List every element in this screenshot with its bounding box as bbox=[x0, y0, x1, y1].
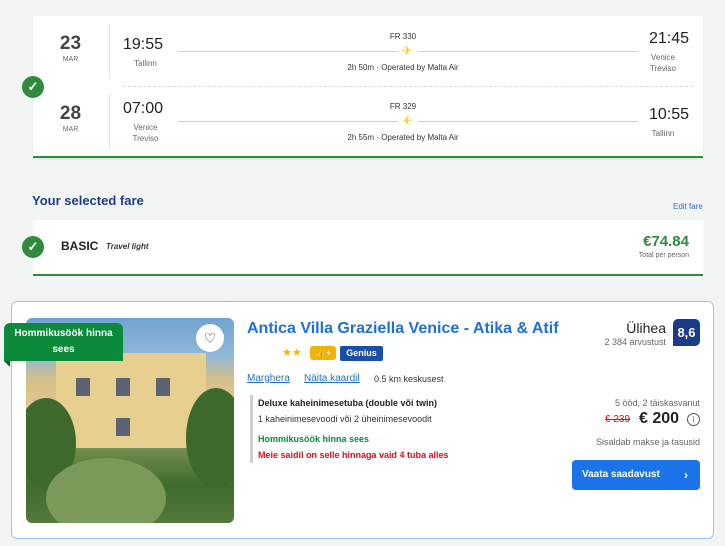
badge-fold bbox=[4, 361, 10, 367]
photo-tree bbox=[186, 388, 234, 488]
check-icon: ✓ bbox=[22, 236, 44, 258]
inbound-departure-airport: Venice Treviso bbox=[132, 123, 159, 143]
fare-price: €74.84 bbox=[643, 233, 689, 250]
divider bbox=[109, 94, 110, 148]
rooms-left-warning: Meie saidil on selle hinnaga vaid 4 tuba… bbox=[258, 450, 449, 460]
inbound-departure-time: 07:00 bbox=[123, 100, 164, 117]
heart-icon[interactable]: ♡ bbox=[196, 324, 224, 352]
inbound-flight-number: FR 329 bbox=[389, 102, 417, 111]
fare-subtitle: Travel light bbox=[106, 242, 149, 251]
review-count: 2 384 arvustust bbox=[604, 337, 666, 347]
inbound-leg: 28 MAR 07:00 Venice Treviso FR 329 ✈ 2h … bbox=[33, 86, 703, 156]
outbound-arrival-time: 21:45 bbox=[648, 30, 689, 47]
outbound-day: 23 bbox=[59, 33, 82, 54]
photo-building bbox=[56, 353, 206, 448]
outbound-flight-number: FR 330 bbox=[389, 32, 417, 41]
fare-name: BASIC bbox=[61, 239, 99, 253]
edit-fare-link[interactable]: Edit fare bbox=[673, 202, 703, 211]
route-line bbox=[418, 121, 638, 122]
photo-window bbox=[116, 418, 130, 436]
inbound-month: MAR bbox=[62, 126, 79, 133]
hotel-name[interactable]: Antica Villa Graziella Venice - Atika & … bbox=[247, 317, 577, 340]
room-type: Deluxe kaheinimesetuba (double või twin) bbox=[258, 398, 438, 408]
outbound-departure-time: 19:55 bbox=[123, 36, 164, 53]
fare-section-title: Your selected fare bbox=[32, 193, 144, 208]
taxes-note: Sisaldab makse ja tasusid bbox=[595, 437, 700, 447]
current-price: € 200 bbox=[639, 410, 680, 427]
inbound-date: 28 MAR bbox=[43, 103, 98, 135]
old-price: € 239 bbox=[605, 414, 631, 425]
thumbs-up-icon: 👍+ bbox=[310, 346, 336, 360]
room-info-bar bbox=[250, 395, 253, 463]
inbound-duration: 2h 55m · Operated by Malta Air bbox=[347, 133, 459, 142]
hotel-distance: 0.5 km keskusest bbox=[374, 374, 444, 384]
info-icon[interactable]: i bbox=[687, 413, 700, 426]
outbound-date: 23 MAR bbox=[43, 33, 98, 65]
inbound-arrival-airport: Tallinn bbox=[651, 129, 675, 138]
route-line bbox=[418, 51, 638, 52]
see-availability-button[interactable]: Vaata saadavust › bbox=[572, 460, 700, 490]
inbound-day: 28 bbox=[59, 103, 82, 124]
breakfast-included: Hommikusöök hinna sees bbox=[258, 434, 370, 444]
review-score-label: Ülihea bbox=[626, 320, 666, 336]
flight-itinerary-card: 23 MAR 19:55 Tallinn FR 330 ✈ 2h 50m · O… bbox=[33, 16, 703, 158]
outbound-departure-airport: Tallinn bbox=[134, 59, 157, 68]
see-availability-label: Vaata saadavust bbox=[582, 469, 660, 480]
chevron-right-icon: › bbox=[684, 468, 688, 482]
photo-window bbox=[156, 378, 170, 396]
outbound-duration: 2h 50m · Operated by Malta Air bbox=[347, 63, 459, 72]
star-rating: ★★ bbox=[282, 347, 302, 359]
route-line bbox=[178, 51, 398, 52]
outbound-leg: 23 MAR 19:55 Tallinn FR 330 ✈ 2h 50m · O… bbox=[33, 16, 703, 86]
plane-icon: ✈ bbox=[401, 43, 413, 58]
stay-info: 5 ööd, 2 täiskasvanut bbox=[614, 398, 700, 408]
room-beds: 1 kaheinimesevoodi või 2 üheinimesevoodi… bbox=[258, 414, 432, 424]
outbound-arrival-airport: Venice Treviso bbox=[650, 53, 676, 73]
photo-window bbox=[76, 378, 90, 396]
hotel-city-link[interactable]: Marghera bbox=[247, 373, 290, 384]
route-line bbox=[178, 121, 398, 122]
plane-icon: ✈ bbox=[401, 113, 413, 128]
fare-price-note: Total per person bbox=[638, 252, 689, 259]
genius-badge: Genius bbox=[340, 346, 383, 361]
photo-window bbox=[116, 378, 130, 396]
breakfast-badge: Hommikusöök hinna sees bbox=[4, 323, 123, 361]
inbound-arrival-time: 10:55 bbox=[648, 106, 689, 123]
check-icon: ✓ bbox=[22, 76, 44, 98]
outbound-month: MAR bbox=[62, 56, 79, 63]
review-score: 8,6 bbox=[673, 319, 700, 346]
show-on-map-link[interactable]: Näita kaardil bbox=[304, 373, 360, 384]
divider bbox=[109, 24, 110, 78]
